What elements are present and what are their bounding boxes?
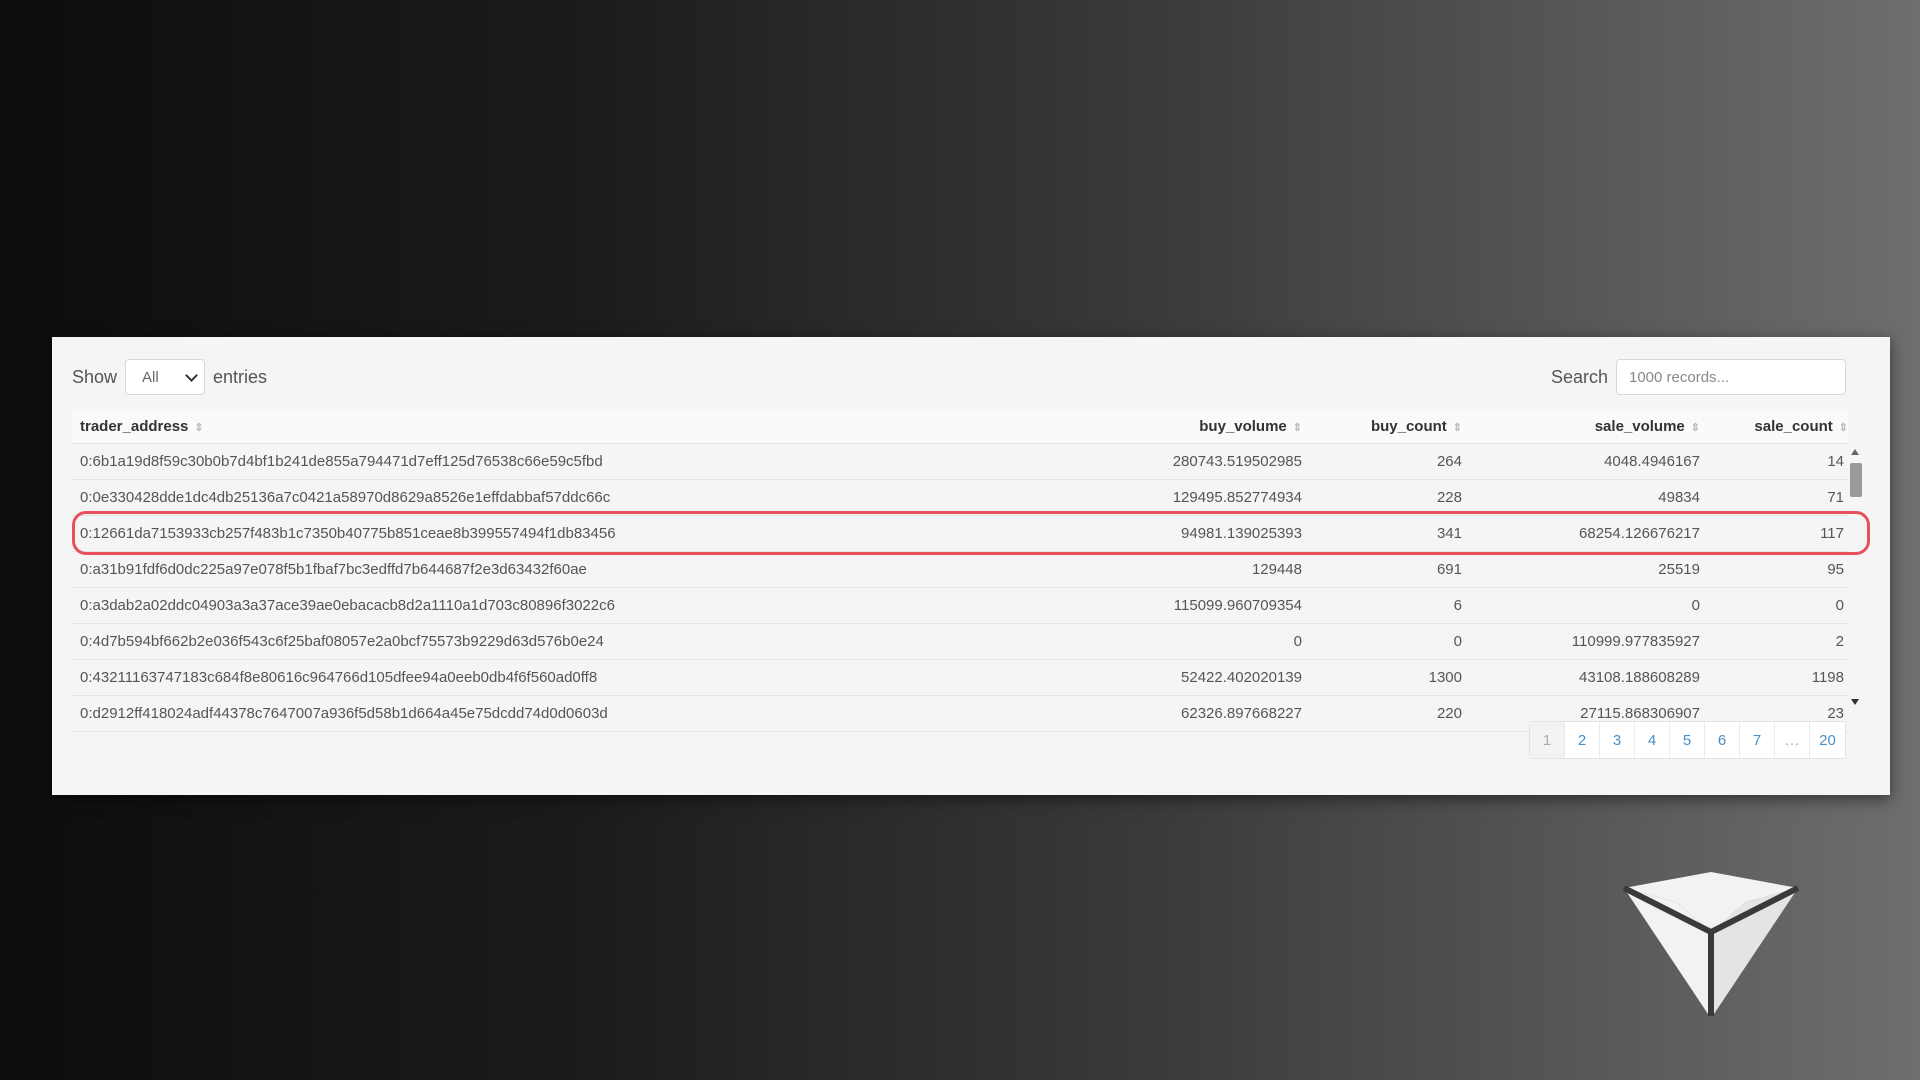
table-row-highlighted[interactable]: 0:12661da7153933cb257f483b1c7350b40775b8… [72,516,1848,552]
cell-sale-count: 0 [1835,597,1844,614]
cell-buy-volume: 94981.139025393 [1181,525,1302,542]
table-row[interactable]: 0:43211163747183c684f8e80616c964766d105d… [72,660,1848,696]
cell-trader-address: 0:0e330428dde1dc4db25136a7c0421a58970d86… [80,489,611,506]
cell-trader-address: 0:a31b91fdf6d0dc225a97e078f5b1fbaf7bc3ed… [80,561,587,578]
entries-label: entries [213,366,268,387]
table-row[interactable]: 0:0e330428dde1dc4db25136a7c0421a58970d86… [72,480,1848,516]
cell-buy-volume: 52422.402020139 [1181,669,1302,686]
cell-buy-volume: 129495.852774934 [1172,489,1302,506]
cell-sale-volume: 27115.868306907 [1580,705,1700,722]
cell-sale-count: 2 [1835,633,1844,650]
cell-trader-address: 0:4d7b594bf662b2e036f543c6f25baf08057e2a… [80,633,604,650]
column-header-sale-volume[interactable]: sale_volume ⇕ [1462,418,1700,435]
cell-trader-address: 0:43211163747183c684f8e80616c964766d105d… [80,669,598,686]
table-row[interactable]: 0:4d7b594bf662b2e036f543c6f25baf08057e2a… [72,624,1848,660]
cell-sale-volume: 25519 [1658,561,1700,578]
cell-buy-count: 0 [1453,633,1462,650]
sort-icon: ⇕ [194,421,204,434]
cell-sale-volume: 68254.126676217 [1579,525,1700,542]
page-ellipsis: … [1775,722,1810,758]
cell-buy-volume: 62326.897668227 [1181,705,1302,722]
cell-buy-count: 228 [1436,489,1462,506]
scrollbar-thumb[interactable] [1850,463,1862,497]
table-scrollbar[interactable] [1848,447,1862,705]
page-button-7[interactable]: 7 [1740,722,1775,758]
sort-icon: ⇕ [1690,421,1700,434]
column-header-sale-count[interactable]: sale_count ⇕ [1700,418,1848,435]
cell-sale-count: 14 [1827,453,1844,470]
cell-buy-count: 264 [1436,453,1462,470]
cell-sale-count: 95 [1827,561,1844,578]
scroll-up-arrow-icon[interactable] [1851,449,1859,455]
page-button-1[interactable]: 1 [1530,722,1565,758]
column-header-buy-count[interactable]: buy_count ⇕ [1302,418,1462,435]
cell-sale-count: 71 [1827,489,1844,506]
cell-sale-count: 23 [1827,705,1844,722]
cell-buy-volume: 0 [1293,633,1302,650]
cell-sale-volume: 49834 [1658,489,1700,506]
entries-select-value: All [142,368,159,386]
entries-select[interactable]: All [125,359,206,395]
column-header-trader-address[interactable]: trader_address ⇕ [72,418,1102,435]
cell-trader-address: 0:6b1a19d8f59c30b0b7d4bf1b241de855a79447… [80,453,603,470]
data-table-panel: Show All entries Search trader_address⇕ … [52,337,1890,795]
column-header-buy-volume[interactable]: buy_volume ⇕ [1102,418,1302,435]
cell-buy-volume: 115099.960709354 [1173,597,1302,614]
cell-trader-address: 0:d2912ff418024adf44378c7647007a936f5d58… [80,705,608,722]
table-row[interactable]: 0:a31b91fdf6d0dc225a97e078f5b1fbaf7bc3ed… [72,552,1848,588]
scroll-down-arrow-icon[interactable] [1851,699,1859,705]
chevron-down-icon [185,368,198,382]
page-button-20[interactable]: 20 [1810,722,1845,758]
page-button-3[interactable]: 3 [1600,722,1635,758]
cell-buy-volume: 129448 [1251,561,1302,578]
page-button-5[interactable]: 5 [1670,722,1705,758]
cell-buy-count: 6 [1453,597,1462,614]
cell-buy-count: 691 [1436,561,1462,578]
cell-sale-volume: 43108.188608289 [1579,669,1700,686]
sort-icon: ⇕ [1292,421,1302,434]
page-button-2[interactable]: 2 [1565,722,1600,758]
cell-sale-volume: 110999.977835927 [1571,633,1700,650]
cell-sale-volume: 0 [1691,597,1700,614]
data-table: trader_address ⇕ buy_volume ⇕ buy_count ⇕ s… [72,409,1848,732]
brand-logo-icon [1622,872,1800,1016]
cell-trader-address: 0:12661da7153933cb257f483b1c7350b40775b8… [80,525,616,542]
show-label: Show [72,366,118,387]
table-header-row: trader_address ⇕ buy_volume ⇕ buy_count ⇕ s… [72,409,1848,444]
cell-sale-volume: 4048.4946167 [1604,453,1700,470]
cell-buy-count: 1300 [1428,669,1462,686]
search-control: Search [1551,359,1846,395]
search-input[interactable] [1616,359,1846,395]
page-button-4[interactable]: 4 [1635,722,1670,758]
cell-buy-volume: 280743.519502985 [1172,453,1302,470]
sort-icon: ⇕ [1452,421,1462,434]
search-label: Search [1550,366,1608,387]
cell-buy-count: 341 [1436,525,1462,542]
table-row[interactable]: 0:a3dab2a02ddc04903a3a37ace39ae0ebacacb8… [72,588,1848,624]
length-control: Show All entries [72,359,267,395]
cell-sale-count: 1198 [1811,669,1844,686]
table-row[interactable]: 0:6b1a19d8f59c30b0b7d4bf1b241de855a79447… [72,444,1848,480]
cell-trader-address: 0:a3dab2a02ddc04903a3a37ace39ae0ebacacb8… [80,597,615,614]
cell-sale-count: 117 [1820,525,1844,542]
cell-buy-count: 220 [1436,705,1462,722]
page-button-6[interactable]: 6 [1705,722,1740,758]
pagination: 1 2 3 4 5 6 7 … 20 [1529,721,1846,759]
sort-icon: ⇕ [1838,421,1848,434]
